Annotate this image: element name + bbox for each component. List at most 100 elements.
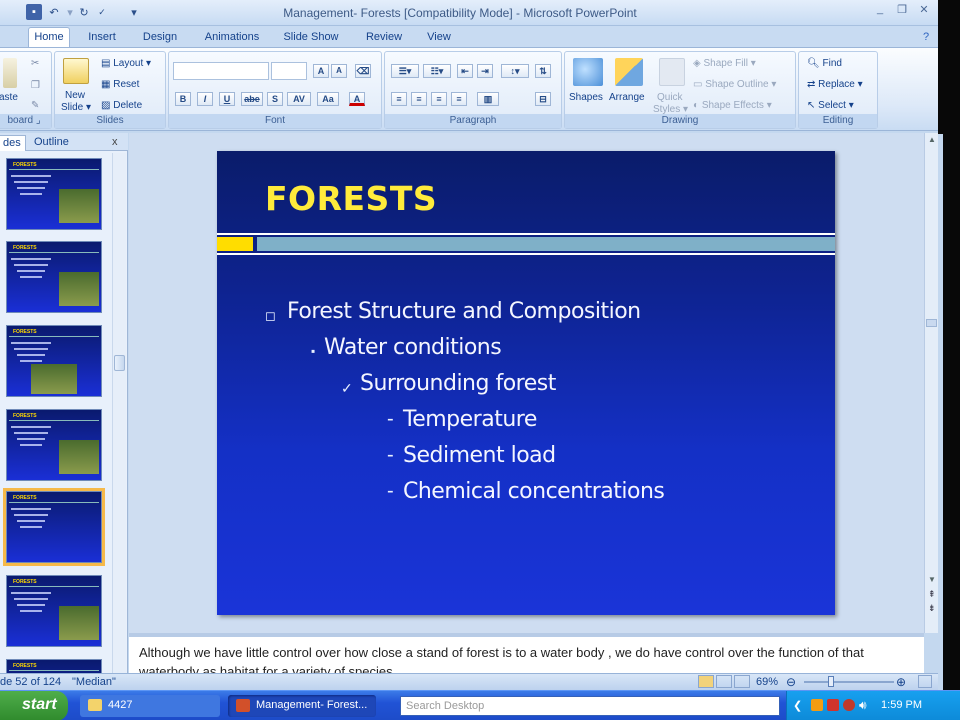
- find-button[interactable]: 🔍︎ Find: [807, 58, 842, 69]
- zoom-in-icon[interactable]: ⊕: [896, 675, 906, 689]
- fit-to-window-icon[interactable]: [918, 675, 932, 688]
- slide-thumbnail[interactable]: FORESTS: [3, 488, 105, 566]
- columns-button[interactable]: ▥: [477, 92, 499, 106]
- numbering-button[interactable]: ☷▾: [423, 64, 451, 78]
- layout-button[interactable]: ▤ Layout ▾: [101, 58, 151, 69]
- search-icon[interactable]: ⌕: [764, 698, 771, 713]
- replace-button[interactable]: ⇄ Replace ▾: [807, 79, 863, 90]
- scroll-up-icon[interactable]: ▲: [928, 135, 936, 144]
- taskbar-powerpoint[interactable]: Management- Forest...: [228, 695, 376, 717]
- slide-thumbnail[interactable]: FORESTS: [6, 409, 102, 481]
- slide-title[interactable]: FORESTS: [265, 179, 437, 218]
- tray-expand-icon[interactable]: ❮: [793, 699, 802, 712]
- zoom-slider[interactable]: [804, 681, 894, 683]
- thumbnail-scrollbar[interactable]: [112, 153, 126, 673]
- format-painter-icon[interactable]: ✎: [31, 100, 39, 111]
- help-icon[interactable]: ?: [918, 28, 934, 48]
- notes-text[interactable]: Although we have little control over how…: [139, 643, 899, 673]
- zoom-level[interactable]: 69%: [756, 676, 778, 688]
- current-slide[interactable]: FORESTS ◻ Forest Structure and Compositio…: [217, 151, 835, 615]
- notes-pane[interactable]: Although we have little control over how…: [129, 633, 924, 673]
- font-size-combo[interactable]: [271, 62, 307, 80]
- thumbnail-scroll-thumb[interactable]: [114, 355, 125, 371]
- copy-icon[interactable]: ❐: [31, 80, 40, 91]
- tab-view[interactable]: View: [420, 28, 458, 48]
- taskbar-folder-4427[interactable]: 4427: [80, 695, 220, 717]
- slide-thumbnail[interactable]: FORESTS: [6, 325, 102, 397]
- scroll-down-icon[interactable]: ▼: [928, 575, 936, 584]
- decrease-indent-button[interactable]: ⇤: [457, 64, 473, 78]
- tab-outline[interactable]: Outline: [30, 135, 73, 151]
- strikethrough-button[interactable]: abe: [241, 92, 263, 106]
- zoom-out-icon[interactable]: ⊖: [786, 675, 796, 689]
- slide-thumbnail[interactable]: FORESTS: [6, 575, 102, 647]
- text-shadow-button[interactable]: S: [267, 92, 283, 106]
- increase-indent-button[interactable]: ⇥: [477, 64, 493, 78]
- volume-icon[interactable]: 🔊︎: [859, 698, 867, 713]
- justify-button[interactable]: ≡: [451, 92, 467, 106]
- tray-pdf-icon[interactable]: [827, 699, 839, 711]
- font-name-combo[interactable]: [173, 62, 269, 80]
- zoom-slider-thumb[interactable]: [828, 676, 834, 687]
- new-slide-button[interactable]: New: [65, 90, 85, 101]
- align-text-button[interactable]: ⊟: [535, 92, 551, 106]
- previous-slide-icon[interactable]: ⇞: [928, 589, 936, 600]
- tab-slide-show[interactable]: Slide Show: [278, 28, 344, 48]
- tray-app-icon[interactable]: [811, 699, 823, 711]
- text-direction-button[interactable]: ⇅: [535, 64, 551, 78]
- next-slide-icon[interactable]: ⇟: [928, 603, 936, 614]
- bullet-text[interactable]: Forest Structure and Composition: [287, 299, 641, 324]
- slide-thumbnail[interactable]: FORESTS: [6, 241, 102, 313]
- desktop-search-input[interactable]: Search Desktop: [400, 696, 780, 716]
- align-left-button[interactable]: ≡: [391, 92, 407, 106]
- bold-button[interactable]: B: [175, 92, 191, 106]
- bullet-text[interactable]: Surrounding forest: [360, 371, 556, 396]
- start-button[interactable]: start: [0, 691, 68, 720]
- bullet-text[interactable]: Sediment load: [403, 443, 556, 468]
- minimize-button[interactable]: _: [870, 3, 890, 21]
- new-slide-button-line2[interactable]: Slide ▾: [61, 102, 91, 113]
- tray-security-icon[interactable]: [843, 699, 855, 711]
- normal-view-icon[interactable]: [698, 675, 714, 688]
- close-pane-button[interactable]: x: [108, 135, 122, 151]
- tab-review[interactable]: Review: [358, 28, 410, 48]
- shapes-button[interactable]: Shapes: [569, 92, 603, 103]
- shape-fill-button[interactable]: ◈ Shape Fill ▾: [693, 58, 756, 69]
- reset-button[interactable]: ▦ Reset: [101, 79, 139, 90]
- font-color-button[interactable]: A: [349, 92, 365, 106]
- grow-font-button[interactable]: A: [313, 64, 329, 78]
- align-center-button[interactable]: ≡: [411, 92, 427, 106]
- restore-button[interactable]: ❐: [892, 3, 912, 21]
- slide-show-icon[interactable]: [734, 675, 750, 688]
- scroll-thumb[interactable]: [926, 319, 937, 327]
- paste-button[interactable]: aste: [0, 92, 18, 103]
- slide-thumbnail[interactable]: FORESTS: [6, 158, 102, 230]
- align-right-button[interactable]: ≡: [431, 92, 447, 106]
- tab-insert[interactable]: Insert: [80, 28, 124, 48]
- slide-sorter-icon[interactable]: [716, 675, 732, 688]
- close-button[interactable]: ✕: [914, 3, 934, 21]
- bullet-text[interactable]: Chemical concentrations: [403, 479, 665, 504]
- line-spacing-button[interactable]: ↕▾: [501, 64, 529, 78]
- change-case-button[interactable]: Aa: [317, 92, 339, 106]
- delete-button[interactable]: ▨ Delete: [101, 100, 142, 111]
- character-spacing-button[interactable]: AV: [287, 92, 311, 106]
- arrange-button[interactable]: Arrange: [609, 92, 645, 103]
- vertical-scrollbar[interactable]: ▲ ▼ ⇞ ⇟: [924, 133, 938, 633]
- bullet-text[interactable]: Temperature: [403, 407, 537, 432]
- bullet-text[interactable]: Water conditions: [324, 335, 502, 360]
- underline-button[interactable]: U: [219, 92, 235, 106]
- shape-outline-button[interactable]: ▭ Shape Outline ▾: [693, 79, 776, 90]
- shrink-font-button[interactable]: A: [331, 64, 347, 78]
- quick-styles-button[interactable]: Quick: [657, 92, 683, 103]
- clear-formatting-button[interactable]: ⌫: [355, 64, 371, 78]
- tab-home[interactable]: Home: [28, 27, 70, 49]
- italic-button[interactable]: I: [197, 92, 213, 106]
- bullets-button[interactable]: ☰▾: [391, 64, 419, 78]
- shape-effects-button[interactable]: ◐ Shape Effects ▾: [693, 100, 772, 111]
- cut-icon[interactable]: ✂: [31, 58, 39, 69]
- tab-animations[interactable]: Animations: [198, 28, 266, 48]
- tab-design[interactable]: Design: [136, 28, 184, 48]
- tab-slides[interactable]: des: [0, 135, 26, 151]
- select-button[interactable]: ↖ Select ▾: [807, 100, 854, 111]
